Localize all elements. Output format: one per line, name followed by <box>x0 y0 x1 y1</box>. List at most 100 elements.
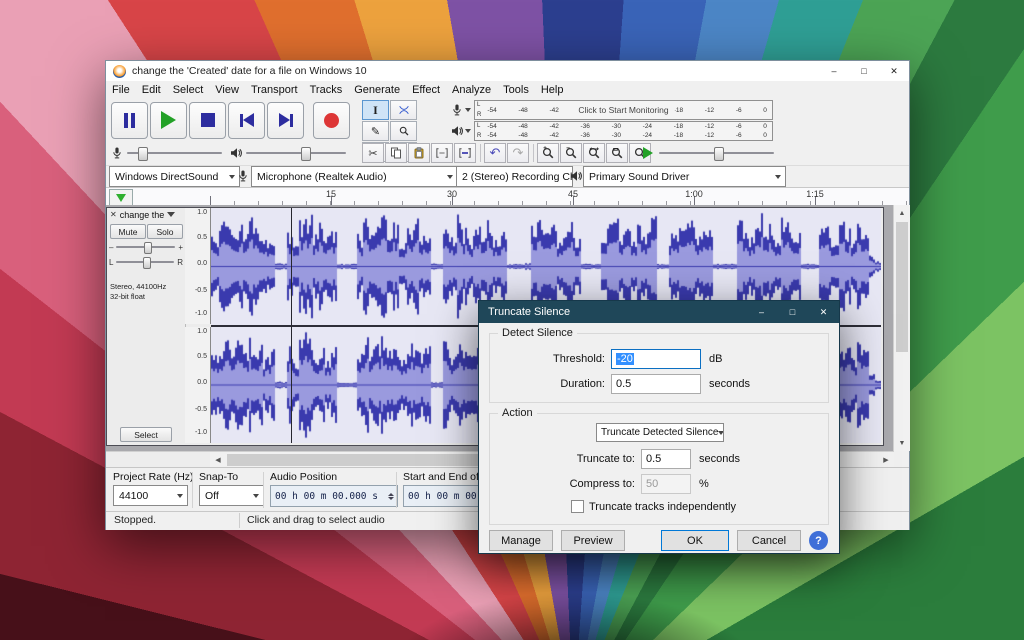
copy-button[interactable] <box>385 143 407 163</box>
recording-device-select[interactable]: Microphone (Realtek Audio) <box>251 166 458 187</box>
timeline-ruler[interactable]: 1530451:001:15 <box>106 187 909 207</box>
scale-number: -12 <box>705 107 714 114</box>
scroll-right-arrow-icon[interactable]: ▶ <box>878 452 894 468</box>
menu-item[interactable]: View <box>209 84 245 96</box>
preview-button[interactable]: Preview <box>561 530 625 551</box>
recording-meter-toolbar[interactable]: LR -54-48-42-36-30-24-18-12-60 Click to … <box>451 100 773 120</box>
zoom-in-button[interactable]: + <box>537 143 559 163</box>
slider-thumb[interactable] <box>143 257 151 269</box>
monitor-hint[interactable]: Click to Start Monitoring <box>572 105 674 115</box>
redo-button[interactable]: ↷ <box>507 143 529 163</box>
recording-volume-slider[interactable] <box>127 145 222 161</box>
amplitude-label: 0.0 <box>197 379 207 386</box>
scale-number: -6 <box>736 132 742 139</box>
track-menu-arrow-icon[interactable] <box>167 212 175 217</box>
vertical-scrollbar[interactable]: ▲ ▼ <box>893 205 910 451</box>
vertical-scroll-thumb[interactable] <box>896 222 908 352</box>
maximize-button[interactable]: □ <box>849 61 879 81</box>
independent-tracks-checkbox[interactable] <box>571 500 584 513</box>
playback-volume-slider[interactable] <box>246 145 346 161</box>
zoom-tool-button[interactable] <box>390 121 417 141</box>
menu-item[interactable]: Analyze <box>446 84 497 96</box>
pinned-play-head-button[interactable] <box>109 189 133 206</box>
audio-position-field[interactable]: 00 h 00 m 00.000 s <box>270 485 398 507</box>
scroll-down-arrow-icon[interactable]: ▼ <box>894 435 910 451</box>
threshold-value: -20 <box>616 353 634 365</box>
minimize-button[interactable]: – <box>819 61 849 81</box>
scroll-up-arrow-icon[interactable]: ▲ <box>894 205 910 221</box>
fit-project-button[interactable]: ▭ <box>606 143 628 163</box>
recording-channels-select[interactable]: 2 (Stereo) Recording Cha <box>456 166 573 187</box>
menu-item[interactable]: Tools <box>497 84 535 96</box>
skip-to-end-button[interactable] <box>267 102 304 139</box>
slider-thumb[interactable] <box>301 147 311 161</box>
recording-meter[interactable]: LR -54-48-42-36-30-24-18-12-60 Click to … <box>474 100 773 120</box>
manage-button[interactable]: Manage <box>489 530 553 551</box>
help-button[interactable]: ? <box>809 531 828 550</box>
ok-button[interactable]: OK <box>661 530 729 551</box>
track-control-panel: ✕ change the Mute Solo – + L R Stereo, 4… <box>107 208 186 443</box>
track-select-button[interactable]: Select <box>120 427 172 442</box>
menu-item[interactable]: Tracks <box>304 84 349 96</box>
skip-start-icon <box>243 113 254 127</box>
vertical-ruler-right: 1.00.50.0-0.5-1.0 <box>185 327 211 443</box>
dialog-maximize-button[interactable]: □ <box>777 301 808 323</box>
pan-slider[interactable] <box>116 256 174 268</box>
mute-button[interactable]: Mute <box>110 224 146 239</box>
playback-cursor <box>291 208 292 443</box>
paste-button[interactable] <box>408 143 430 163</box>
scale-number: -12 <box>705 132 714 139</box>
project-rate-select[interactable]: 44100 <box>113 485 188 506</box>
solo-button[interactable]: Solo <box>147 224 183 239</box>
meter-menu-arrow-icon[interactable] <box>465 129 471 133</box>
gain-slider[interactable] <box>116 241 175 253</box>
undo-button[interactable]: ↶ <box>484 143 506 163</box>
meter-menu-arrow-icon[interactable] <box>465 108 471 112</box>
menu-item[interactable]: File <box>106 84 136 96</box>
play-speed-slider[interactable] <box>659 145 774 161</box>
dialog-minimize-button[interactable]: – <box>746 301 777 323</box>
track-close-icon[interactable]: ✕ <box>107 210 120 219</box>
menu-item[interactable]: Effect <box>406 84 446 96</box>
spinner-icon[interactable] <box>387 493 395 500</box>
playback-meter-scale-top: -54-48-42-36-30-24-18-12-60 <box>482 123 772 131</box>
envelope-tool-button[interactable] <box>390 100 417 120</box>
pause-button[interactable] <box>111 102 148 139</box>
slider-thumb[interactable] <box>144 242 152 254</box>
threshold-input[interactable]: -20 <box>611 349 701 369</box>
truncate-to-input[interactable]: 0.5 <box>641 449 691 469</box>
playback-meter[interactable]: LR -54-48-42-36-30-24-18-12-60 -54-48-42… <box>474 121 773 141</box>
playback-meter-toolbar[interactable]: LR -54-48-42-36-30-24-18-12-60 -54-48-42… <box>451 121 773 141</box>
track-name[interactable]: change the <box>120 210 165 220</box>
duration-input[interactable]: 0.5 <box>611 374 701 394</box>
play-at-speed-icon[interactable] <box>643 147 653 159</box>
slider-thumb[interactable] <box>138 147 148 161</box>
trim-audio-button[interactable] <box>431 143 453 163</box>
playback-device-select[interactable]: Primary Sound Driver <box>583 166 786 187</box>
play-button[interactable] <box>150 102 187 139</box>
menu-item[interactable]: Transport <box>245 84 304 96</box>
cancel-button[interactable]: Cancel <box>737 530 801 551</box>
independent-tracks-label[interactable]: Truncate tracks independently <box>589 501 736 513</box>
cut-button[interactable]: ✂ <box>362 143 384 163</box>
record-button[interactable] <box>313 102 350 139</box>
scroll-left-arrow-icon[interactable]: ◀ <box>210 452 226 468</box>
menu-item[interactable]: Help <box>535 84 570 96</box>
zoom-out-button[interactable]: − <box>560 143 582 163</box>
slider-thumb[interactable] <box>714 147 724 161</box>
dialog-close-button[interactable]: ✕ <box>808 301 839 323</box>
menu-item[interactable]: Edit <box>136 84 167 96</box>
menu-item[interactable]: Select <box>167 84 210 96</box>
audio-host-select[interactable]: Windows DirectSound <box>109 166 240 187</box>
skip-to-start-button[interactable] <box>228 102 265 139</box>
stop-button[interactable] <box>189 102 226 139</box>
silence-audio-button[interactable] <box>454 143 476 163</box>
menu-item[interactable]: Generate <box>348 84 406 96</box>
fit-selection-button[interactable]: ⟷ <box>583 143 605 163</box>
snap-to-select[interactable]: Off <box>199 485 264 506</box>
pencil-icon: ✎ <box>371 125 380 138</box>
draw-tool-button[interactable]: ✎ <box>362 121 389 141</box>
action-select[interactable]: Truncate Detected Silence <box>596 423 724 442</box>
close-button[interactable]: ✕ <box>879 61 909 81</box>
selection-tool-button[interactable]: I <box>362 100 389 120</box>
